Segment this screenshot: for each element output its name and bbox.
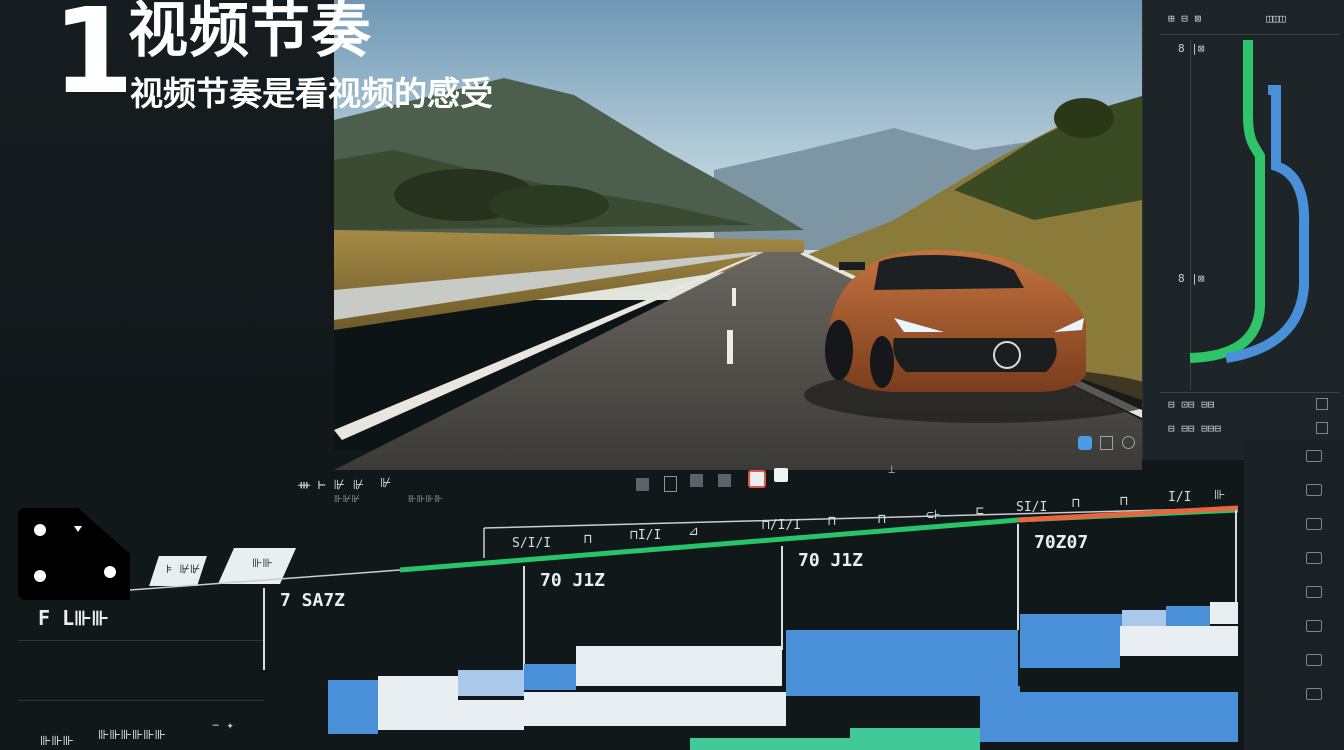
ruler-label: ⊓: [828, 514, 836, 529]
node-panel-icon[interactable]: [18, 508, 136, 600]
hero-number: 1: [52, 0, 135, 120]
clip-white[interactable]: [1210, 602, 1238, 624]
time-marker[interactable]: 70Z07: [1034, 532, 1088, 553]
video-frame: [334, 0, 1142, 470]
ruler-label: ⊪: [1214, 488, 1226, 503]
clip-white[interactable]: [378, 700, 524, 730]
right-panel-header-left[interactable]: ⊞ ⊟ ⊠: [1168, 12, 1201, 25]
divider: [18, 700, 264, 701]
divider: [1160, 392, 1340, 393]
layout-icon[interactable]: [1078, 436, 1092, 450]
right-panel-row-2[interactable]: ⊟ ⊟⊟ ⊟⊟⊟: [1168, 422, 1221, 435]
video-preview[interactable]: [334, 0, 1142, 470]
clip-blue[interactable]: [980, 716, 1238, 742]
side-list-item[interactable]: [1306, 688, 1322, 700]
clip-white[interactable]: [1120, 626, 1238, 656]
side-list-item[interactable]: [1306, 654, 1322, 666]
ruler-label: ⊓: [878, 512, 886, 527]
ruler-label: SI/I: [1016, 500, 1048, 515]
hero-subtitle: 视频节奏是看视频的感受: [130, 74, 493, 113]
clip-blue[interactable]: [328, 680, 378, 706]
track-label: F L⊪⊪: [38, 606, 109, 630]
checkbox[interactable]: [1316, 398, 1328, 410]
ruler-label: ⊓I/I: [630, 528, 662, 543]
eye-icon[interactable]: [1122, 436, 1135, 449]
clip-blue[interactable]: [1020, 614, 1122, 642]
right-panel-row-1[interactable]: ⊟ ⊡⊟ ⊟⊟: [1168, 398, 1214, 411]
clip-white[interactable]: [576, 646, 782, 686]
bottom-track-label: ⊪⊪⊪: [40, 734, 74, 749]
checkbox[interactable]: [1316, 422, 1328, 434]
side-list-item[interactable]: [1306, 586, 1322, 598]
clip-blue[interactable]: [524, 664, 576, 690]
side-list-item[interactable]: [1306, 484, 1322, 496]
clip-white[interactable]: [524, 692, 786, 726]
time-marker[interactable]: 70 J1Z: [540, 570, 605, 591]
side-list-item[interactable]: [1306, 518, 1322, 530]
compare-icon[interactable]: [1100, 436, 1113, 450]
clip-blue[interactable]: [1166, 606, 1210, 628]
side-list-item[interactable]: [1306, 620, 1322, 632]
ruler-label: ⊿: [688, 524, 699, 539]
hero-title: 视频节奏: [128, 0, 372, 66]
clip-blue[interactable]: [1020, 642, 1120, 668]
track-controls[interactable]: − ✦: [212, 718, 234, 732]
ruler-label: ⊓: [1072, 496, 1080, 511]
clip-blue[interactable]: [786, 630, 1018, 686]
time-marker[interactable]: 70 J1Z: [798, 550, 863, 571]
clip-light-blue[interactable]: [458, 670, 524, 696]
bottom-track-name: ⊪⊪⊪⊪⊪⊪: [98, 728, 166, 743]
side-list-item[interactable]: [1306, 450, 1322, 462]
clip-teal[interactable]: [850, 728, 980, 750]
ruler-label: I/I: [1168, 490, 1192, 505]
divider: [1160, 34, 1340, 35]
side-list-item[interactable]: [1306, 552, 1322, 564]
ruler-label: ⊏: [976, 504, 984, 519]
ruler-label: ⊓: [584, 532, 592, 547]
right-panel-header-right[interactable]: ◫◫◫: [1266, 12, 1286, 25]
speed-curve-graph[interactable]: [1186, 36, 1316, 366]
ruler-label: ⊓: [1120, 494, 1128, 509]
ruler-label: ⊂⊦: [926, 508, 941, 523]
ruler-label: S/I/I: [512, 536, 552, 551]
clip-blue[interactable]: [328, 706, 378, 734]
ruler-label: ⊓/I/I: [762, 518, 802, 533]
time-marker[interactable]: 7 SA7Z: [280, 590, 345, 611]
clip-teal[interactable]: [690, 738, 850, 750]
side-list-panel: [1244, 440, 1344, 750]
